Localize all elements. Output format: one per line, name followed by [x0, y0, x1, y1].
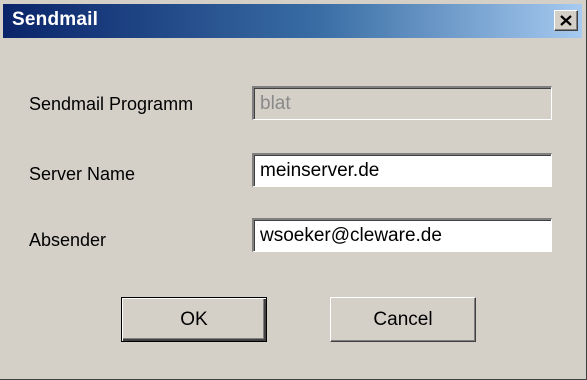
ok-button-label: OK: [180, 308, 208, 330]
sendmail-dialog: Sendmail Sendmail Programm Server Name A…: [0, 0, 587, 380]
server-name-label: Server Name: [29, 164, 136, 184]
title-bar[interactable]: Sendmail: [3, 4, 582, 38]
window-title: Sendmail: [12, 9, 99, 30]
server-name-field[interactable]: [252, 153, 552, 187]
sender-field[interactable]: [252, 218, 552, 252]
cancel-button-label: Cancel: [373, 308, 433, 330]
close-button[interactable]: [554, 10, 578, 31]
close-icon: [560, 15, 572, 26]
sender-label: Absender: [29, 230, 107, 250]
ok-button[interactable]: OK: [121, 297, 267, 342]
program-label: Sendmail Programm: [29, 94, 194, 114]
program-field[interactable]: [252, 86, 552, 120]
cancel-button[interactable]: Cancel: [330, 297, 476, 342]
